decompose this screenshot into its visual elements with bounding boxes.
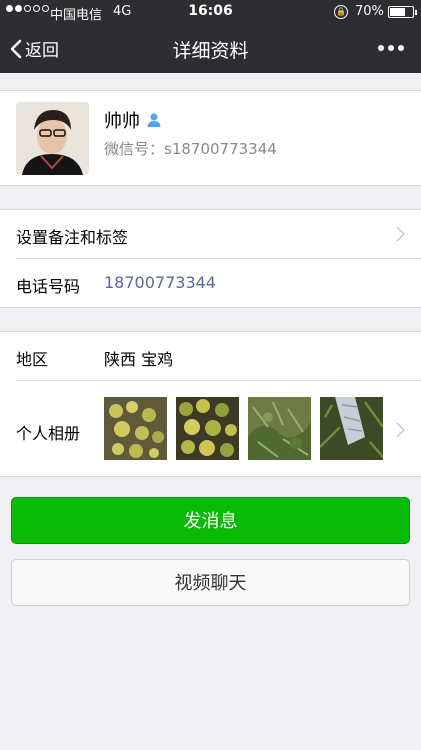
- album-photo[interactable]: [104, 397, 167, 460]
- region-row: 地区 陕西 宝鸡: [0, 332, 421, 380]
- rotation-lock-icon: 🔒: [334, 5, 348, 19]
- region-value: 陕西 宝鸡: [104, 350, 174, 369]
- profile-card: 帅帅 微信号：s18700773344: [0, 90, 421, 186]
- status-bar: 中国电信 4G 16:06 🔒 70%: [0, 0, 421, 24]
- chevron-right-icon: [396, 422, 405, 438]
- wechat-id: 微信号：s18700773344: [104, 140, 277, 158]
- album-photo[interactable]: [248, 397, 311, 460]
- page-title: 详细资料: [172, 40, 249, 62]
- send-message-button[interactable]: 发消息: [11, 497, 410, 544]
- more-options-icon[interactable]: [378, 45, 404, 51]
- profile-name: 帅帅: [104, 107, 162, 133]
- contact-section: 设置备注和标签 电话号码 18700773344: [0, 209, 421, 308]
- album-thumbnails: [104, 397, 383, 460]
- details-section: 地区 陕西 宝鸡 个人相册: [0, 331, 421, 477]
- profile-name-text: 帅帅: [104, 111, 140, 132]
- chevron-right-icon: [396, 226, 405, 242]
- phone-label: 电话号码: [16, 277, 81, 296]
- battery-icon: [388, 6, 417, 18]
- top-bar: 中国电信 4G 16:06 🔒 70% 返回 详细资料: [0, 0, 421, 73]
- phone-row: 电话号码 18700773344: [0, 259, 421, 307]
- phone-number-link[interactable]: 18700773344: [104, 273, 216, 292]
- battery-percent: 70%: [355, 4, 384, 19]
- remark-tags-label: 设置备注和标签: [16, 228, 129, 247]
- avatar[interactable]: [16, 102, 89, 175]
- video-chat-button[interactable]: 视频聊天: [11, 559, 410, 606]
- region-label: 地区: [16, 350, 49, 369]
- remark-tags-row[interactable]: 设置备注和标签: [0, 210, 421, 258]
- album-photo[interactable]: [176, 397, 239, 460]
- navigation-bar: 返回 详细资料: [0, 24, 421, 73]
- person-gender-icon: [147, 113, 161, 127]
- album-photo[interactable]: [320, 397, 383, 460]
- album-label: 个人相册: [16, 424, 81, 443]
